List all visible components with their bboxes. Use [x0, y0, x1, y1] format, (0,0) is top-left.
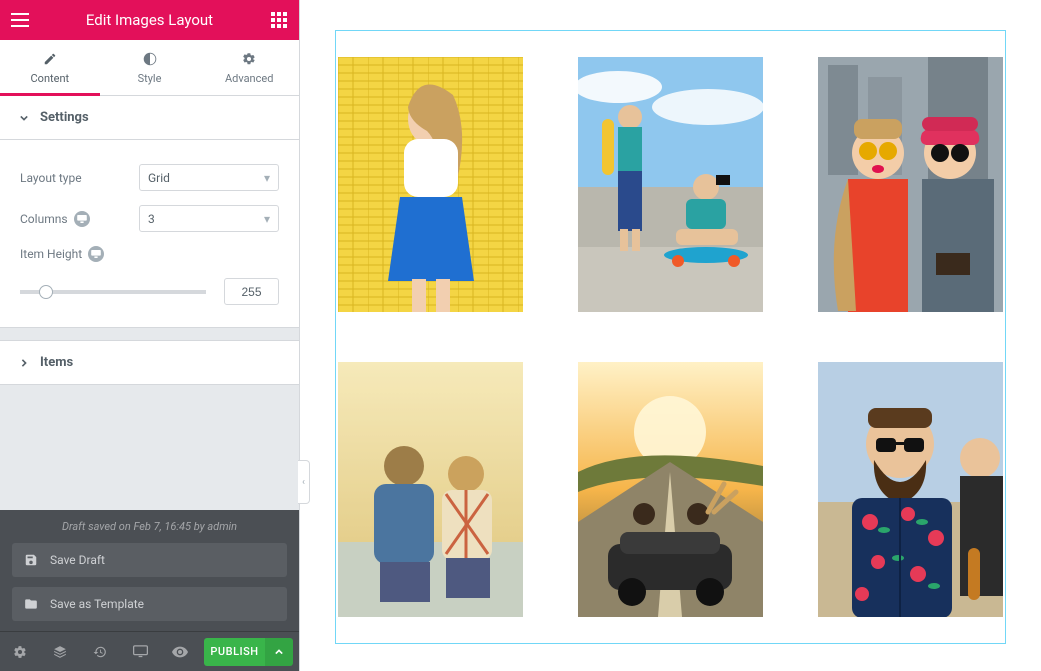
item-height-input[interactable] — [224, 278, 279, 305]
section-settings-toggle[interactable]: Settings — [0, 96, 299, 140]
panel-footer: Draft saved on Feb 7, 16:45 by admin Sav… — [0, 510, 299, 671]
responsive-badge[interactable] — [88, 246, 104, 262]
save-draft-button[interactable]: Save Draft — [12, 543, 287, 577]
control-layout-type: Layout type Grid ▾ — [20, 164, 279, 191]
control-item-height-label: Item Height — [20, 246, 279, 262]
panel-tabs: Content Style Advanced — [0, 40, 299, 96]
responsive-button[interactable] — [120, 632, 160, 671]
save-template-button[interactable]: Save as Template — [12, 587, 287, 621]
pencil-icon — [43, 52, 57, 66]
image-placeholder — [578, 362, 763, 617]
gear-icon — [242, 52, 256, 66]
gear-icon — [13, 645, 27, 659]
save-icon — [24, 553, 38, 567]
desktop-icon — [91, 250, 101, 258]
control-columns: Columns 3 ▾ — [20, 205, 279, 232]
button-label: Save Draft — [50, 553, 105, 567]
panel-title: Edit Images Layout — [86, 11, 213, 29]
history-button[interactable] — [80, 632, 120, 671]
grid-image-item[interactable] — [818, 362, 1003, 617]
footer-bar: PUBLISH — [0, 631, 299, 671]
app-root: Edit Images Layout Content Style Advance… — [0, 0, 1041, 671]
control-item-height — [20, 278, 279, 305]
image-placeholder — [818, 362, 1003, 617]
responsive-badge[interactable] — [74, 211, 90, 227]
folder-icon — [24, 597, 38, 611]
panel-header: Edit Images Layout — [0, 0, 299, 40]
desktop-icon — [133, 645, 148, 658]
select-value: 3 — [148, 212, 155, 226]
grid-image-item[interactable] — [818, 57, 1003, 312]
editor-panel: Edit Images Layout Content Style Advance… — [0, 0, 300, 671]
menu-button[interactable] — [0, 0, 40, 40]
control-label: Item Height — [20, 247, 82, 261]
chevron-left-icon: ‹ — [302, 477, 305, 488]
section-title: Settings — [40, 110, 89, 125]
layers-icon — [53, 645, 67, 659]
editor-canvas[interactable] — [300, 0, 1041, 671]
section-items-toggle[interactable]: Items — [0, 340, 299, 385]
grid-image-item[interactable] — [578, 57, 763, 312]
contrast-icon — [143, 52, 157, 66]
tab-label: Style — [138, 72, 162, 85]
control-label-wrap: Columns — [20, 211, 90, 227]
image-placeholder — [818, 57, 1003, 312]
widgets-button[interactable] — [259, 0, 299, 40]
panel-collapse-handle[interactable]: ‹ — [298, 460, 310, 504]
caret-down-icon: ▾ — [264, 171, 270, 185]
images-grid — [336, 57, 1005, 617]
image-placeholder — [578, 57, 763, 312]
grid-image-item[interactable] — [578, 362, 763, 617]
slider-thumb[interactable] — [39, 285, 53, 299]
tab-advanced[interactable]: Advanced — [199, 40, 299, 95]
tab-label: Advanced — [225, 72, 273, 85]
image-placeholder — [338, 362, 523, 617]
settings-button[interactable] — [0, 632, 40, 671]
button-label: Save as Template — [50, 597, 144, 611]
caret-down-icon — [20, 114, 28, 122]
image-placeholder — [338, 57, 523, 312]
draft-status: Draft saved on Feb 7, 16:45 by admin — [0, 510, 299, 543]
spacer — [0, 385, 299, 510]
tab-content[interactable]: Content — [0, 40, 100, 95]
item-height-slider[interactable] — [20, 290, 206, 294]
navigator-button[interactable] — [40, 632, 80, 671]
eye-icon — [172, 646, 188, 658]
layout-type-select[interactable]: Grid ▾ — [139, 164, 279, 191]
images-layout-widget[interactable] — [335, 30, 1006, 644]
control-label-wrap: Item Height — [20, 246, 104, 262]
preview-button[interactable] — [160, 632, 200, 671]
hamburger-icon — [11, 13, 29, 27]
caret-right-icon — [20, 359, 28, 367]
grid-icon — [271, 12, 287, 28]
section-title: Items — [40, 355, 73, 370]
caret-down-icon: ▾ — [264, 212, 270, 226]
publish-options-button[interactable] — [265, 638, 293, 666]
control-label: Columns — [20, 212, 68, 226]
publish-button[interactable]: PUBLISH — [204, 638, 265, 666]
grid-image-item[interactable] — [338, 57, 523, 312]
button-label: PUBLISH — [210, 645, 258, 658]
select-value: Grid — [148, 171, 170, 185]
control-label: Layout type — [20, 171, 82, 185]
history-icon — [93, 645, 107, 659]
caret-up-icon — [275, 649, 283, 655]
desktop-icon — [77, 215, 87, 223]
columns-select[interactable]: 3 ▾ — [139, 205, 279, 232]
section-settings-body: Layout type Grid ▾ Columns 3 ▾ Item — [0, 140, 299, 328]
grid-image-item[interactable] — [338, 362, 523, 617]
tab-style[interactable]: Style — [100, 40, 200, 95]
tab-label: Content — [31, 72, 70, 85]
